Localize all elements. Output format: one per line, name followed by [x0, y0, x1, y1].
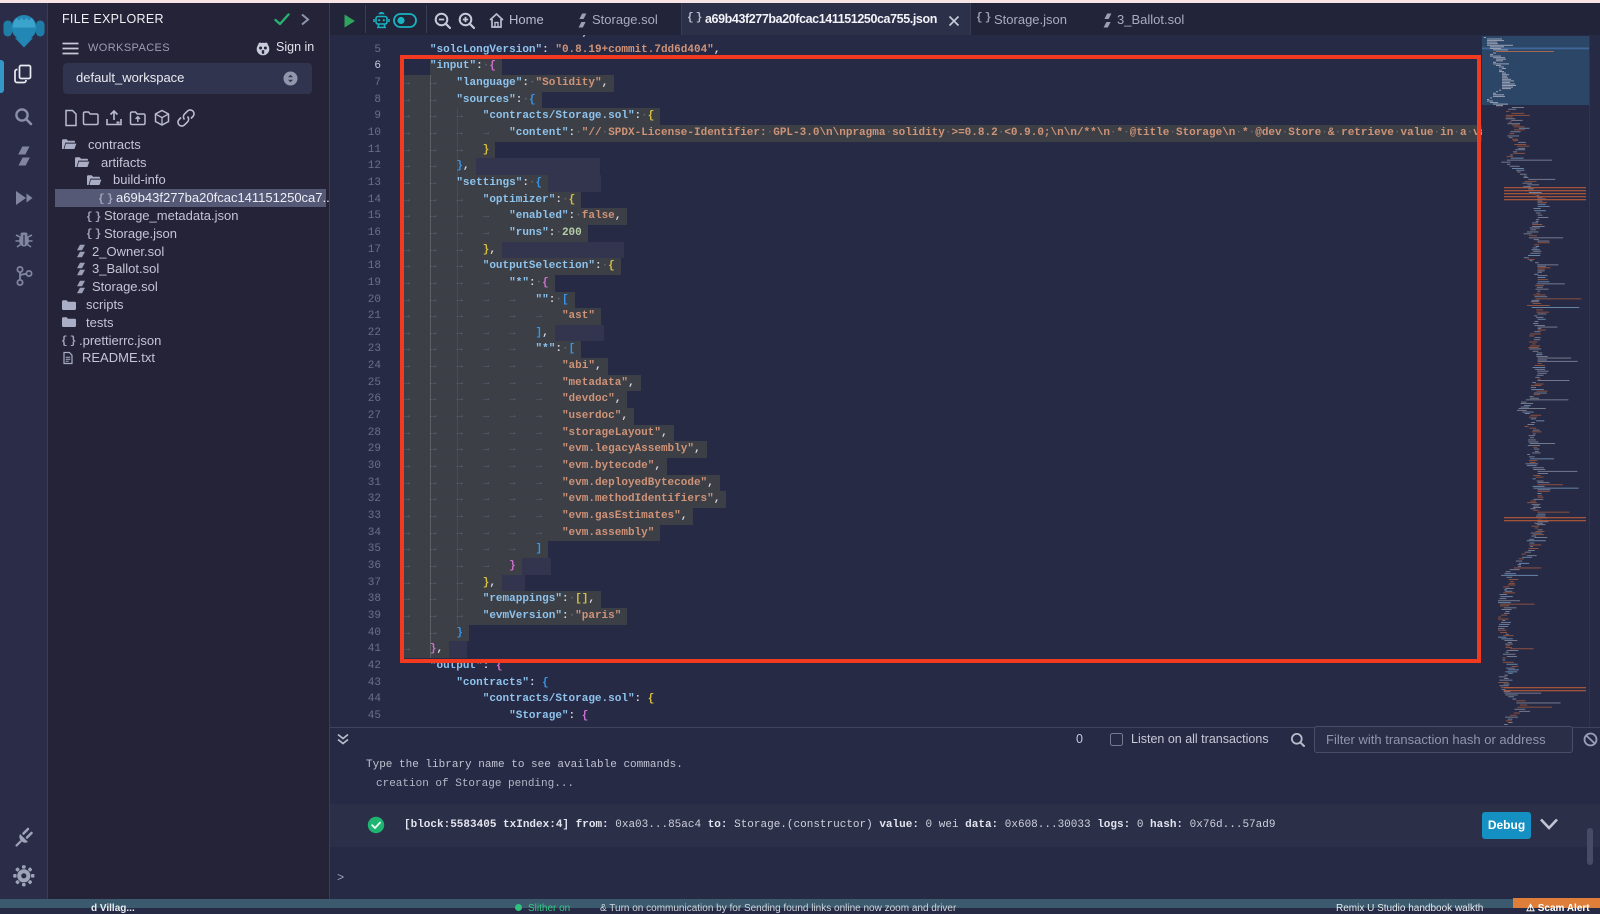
svg-text:{ }: { } [86, 211, 101, 223]
svg-text:{ }: { } [61, 336, 76, 348]
svg-text:{ }: { } [86, 229, 101, 241]
svg-text:{ }: { } [98, 193, 113, 205]
